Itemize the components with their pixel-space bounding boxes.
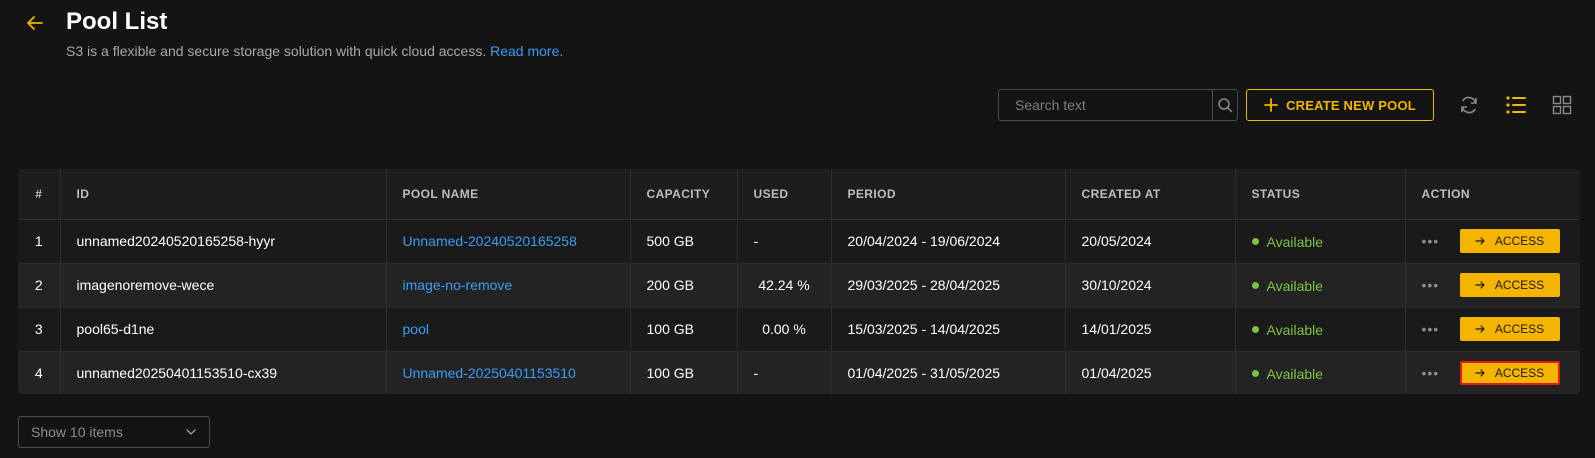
column-header-created-at: CREATED AT: [1065, 169, 1236, 220]
status-dot-icon: [1251, 238, 1259, 246]
create-new-pool-button[interactable]: CREATE NEW POOL: [1246, 89, 1434, 121]
column-header-index: #: [18, 169, 61, 220]
page-subtitle: S3 is a flexible and secure storage solu…: [66, 43, 563, 59]
arrow-left-icon: [27, 16, 43, 30]
table-row: 1 unnamed20240520165258-hyyr Unnamed-202…: [18, 219, 1580, 264]
plus-icon: [1264, 98, 1278, 112]
row-capacity: 100 GB: [630, 351, 738, 394]
row-index: 1: [18, 219, 61, 264]
column-header-period: PERIOD: [831, 169, 1066, 220]
access-button[interactable]: ACCESS: [1459, 273, 1560, 297]
search-button[interactable]: [1212, 90, 1237, 120]
more-options-icon[interactable]: •••: [1422, 321, 1442, 337]
more-options-icon[interactable]: •••: [1422, 365, 1442, 381]
row-period: 01/04/2025 - 31/05/2025: [831, 351, 1066, 394]
column-header-action: ACTION: [1405, 169, 1580, 220]
more-options-icon[interactable]: •••: [1422, 277, 1442, 293]
column-header-pool-name: POOL NAME: [386, 169, 631, 220]
status-text: Available: [1266, 277, 1324, 294]
row-created-at: 01/04/2025: [1065, 351, 1236, 394]
row-period: 29/03/2025 - 28/04/2025: [831, 263, 1066, 308]
status-text: Available: [1266, 321, 1324, 338]
access-button[interactable]: ACCESS: [1459, 229, 1560, 253]
column-header-used: USED: [737, 169, 832, 220]
list-view-icon: [1506, 96, 1526, 114]
row-used: -: [737, 219, 832, 264]
status-badge: Available: [1251, 233, 1324, 250]
row-used: 0.00 %: [737, 307, 832, 352]
table-row: 2 imagenoremove-wece image-no-remove 200…: [18, 263, 1580, 308]
status-badge: Available: [1251, 321, 1324, 338]
page-size-label: Show 10 items: [31, 424, 123, 440]
refresh-button[interactable]: [1457, 93, 1481, 117]
row-created-at: 30/10/2024: [1065, 263, 1236, 308]
row-capacity: 200 GB: [630, 263, 738, 308]
pool-name-link[interactable]: Unnamed-20240520165258: [403, 233, 577, 249]
status-dot-icon: [1251, 282, 1259, 290]
access-button-label: ACCESS: [1494, 278, 1545, 292]
column-header-id: ID: [60, 169, 387, 220]
create-new-pool-label: CREATE NEW POOL: [1286, 97, 1416, 113]
access-button[interactable]: ACCESS: [1459, 317, 1560, 341]
status-badge: Available: [1251, 365, 1324, 382]
row-capacity: 100 GB: [630, 307, 738, 352]
access-button-label: ACCESS: [1494, 322, 1545, 336]
column-header-capacity: CAPACITY: [630, 169, 738, 220]
status-dot-icon: [1251, 326, 1259, 334]
arrow-right-icon: [1475, 325, 1485, 333]
refresh-icon: [1461, 96, 1477, 114]
action-cell: ••• ACCESS: [1422, 273, 1565, 297]
row-period: 15/03/2025 - 14/04/2025: [831, 307, 1066, 352]
row-period: 20/04/2024 - 19/06/2024: [831, 219, 1066, 264]
pool-name-link[interactable]: pool: [403, 321, 429, 337]
status-dot-icon: [1251, 370, 1259, 378]
list-view-button[interactable]: [1504, 93, 1528, 117]
back-button[interactable]: [24, 12, 46, 34]
status-badge: Available: [1251, 277, 1324, 294]
grid-view-button[interactable]: [1550, 93, 1574, 117]
pool-name-link[interactable]: Unnamed-20250401153510: [403, 365, 576, 381]
status-text: Available: [1266, 233, 1324, 250]
status-text: Available: [1266, 365, 1324, 382]
action-cell: ••• ACCESS: [1422, 361, 1565, 385]
row-index: 3: [18, 307, 61, 352]
arrow-right-icon: [1475, 281, 1485, 289]
row-used: 42.24 %: [737, 263, 832, 308]
table-header-row: # ID POOL NAME CAPACITY USED PERIOD CREA…: [18, 169, 1580, 220]
access-button-label: ACCESS: [1494, 234, 1545, 248]
pool-table: # ID POOL NAME CAPACITY USED PERIOD CREA…: [18, 169, 1580, 394]
page-title: Pool List: [66, 8, 168, 35]
arrow-right-icon: [1475, 369, 1485, 377]
table-row: 4 unnamed20250401153510-cx39 Unnamed-202…: [18, 351, 1580, 394]
access-button-label: ACCESS: [1494, 366, 1545, 380]
page-size-select[interactable]: Show 10 items: [18, 416, 210, 448]
row-used: -: [737, 351, 832, 394]
row-created-at: 20/05/2024: [1065, 219, 1236, 264]
action-cell: ••• ACCESS: [1422, 317, 1565, 341]
table-row: 3 pool65-d1ne pool 100 GB 0.00 % 15/03/2…: [18, 307, 1580, 352]
pool-name-link[interactable]: image-no-remove: [403, 277, 513, 293]
search-box: [998, 89, 1238, 121]
more-options-icon[interactable]: •••: [1422, 233, 1442, 249]
column-header-status: STATUS: [1235, 169, 1406, 220]
row-id: unnamed20240520165258-hyyr: [60, 219, 387, 264]
grid-view-icon: [1552, 95, 1572, 115]
row-id: imagenoremove-wece: [60, 263, 387, 308]
row-id: unnamed20250401153510-cx39: [60, 351, 387, 394]
arrow-right-icon: [1475, 237, 1485, 245]
row-capacity: 500 GB: [630, 219, 738, 264]
access-button[interactable]: ACCESS: [1459, 361, 1560, 385]
row-created-at: 14/01/2025: [1065, 307, 1236, 352]
action-cell: ••• ACCESS: [1422, 229, 1565, 253]
row-index: 2: [18, 263, 61, 308]
search-input[interactable]: [999, 90, 1212, 120]
search-icon: [1218, 98, 1233, 113]
chevron-down-icon: [186, 429, 196, 435]
row-index: 4: [18, 351, 61, 394]
subtitle-text: S3 is a flexible and secure storage solu…: [66, 43, 487, 59]
read-more-link[interactable]: Read more.: [490, 43, 563, 59]
row-id: pool65-d1ne: [60, 307, 387, 352]
